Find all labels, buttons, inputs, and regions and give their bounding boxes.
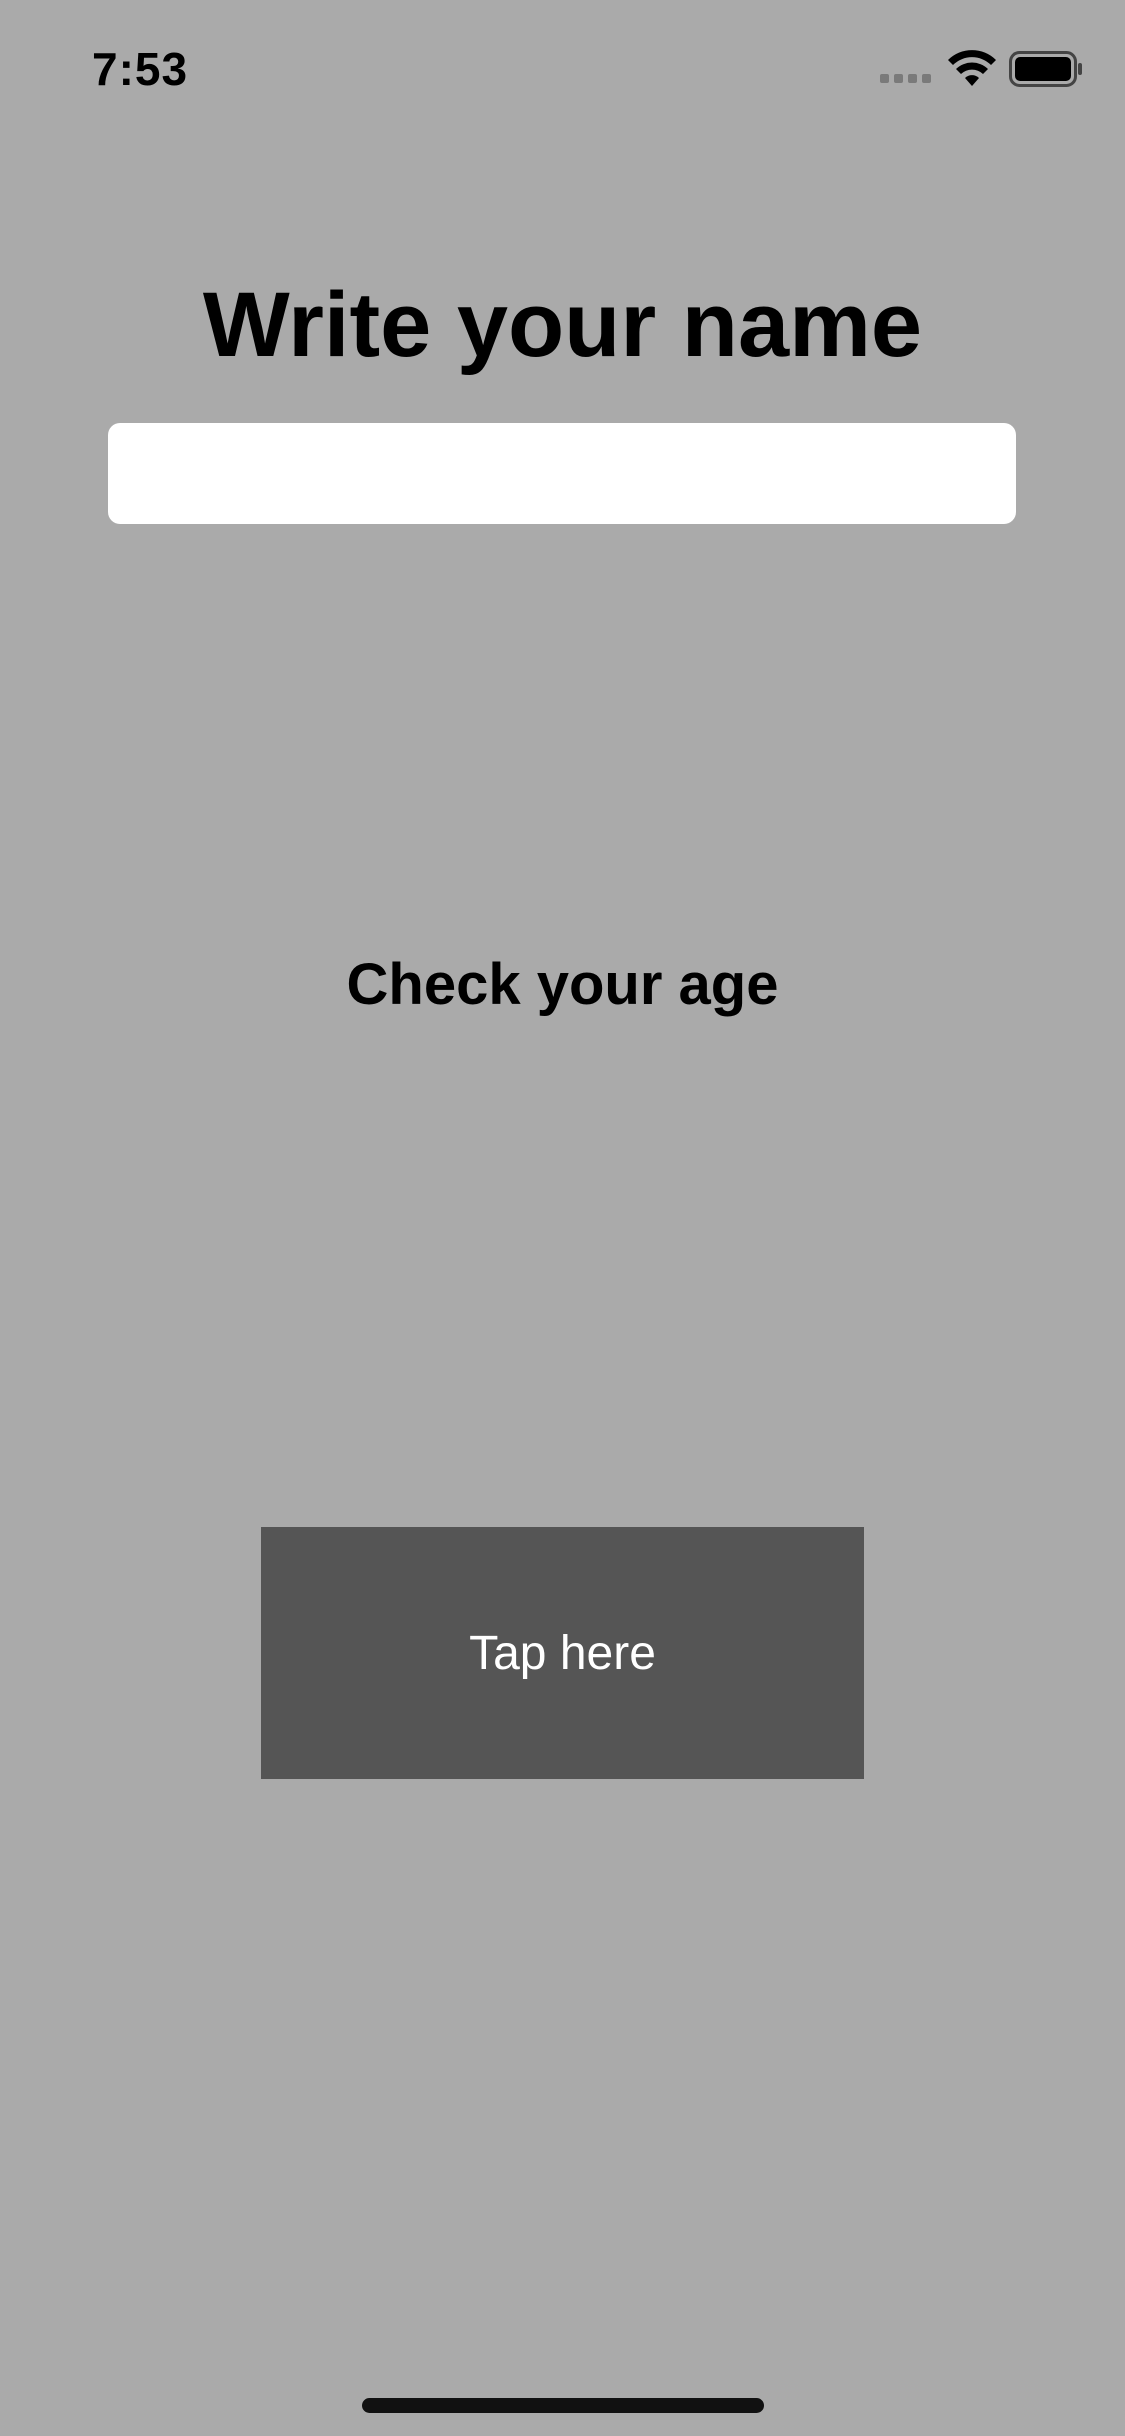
status-time: 7:53 <box>92 43 189 95</box>
age-section-title: Check your age <box>346 952 779 1017</box>
home-indicator[interactable] <box>362 2398 764 2413</box>
name-input[interactable] <box>108 423 1016 524</box>
tap-here-button-label: Tap here <box>469 1626 656 1680</box>
battery-icon <box>1009 51 1082 87</box>
tap-here-button[interactable]: Tap here <box>261 1527 864 1779</box>
wifi-icon <box>948 50 996 86</box>
cellular-signal-icon <box>880 74 931 83</box>
status-bar: 7:53 <box>0 0 1125 140</box>
page-title: Write your name <box>202 274 923 376</box>
